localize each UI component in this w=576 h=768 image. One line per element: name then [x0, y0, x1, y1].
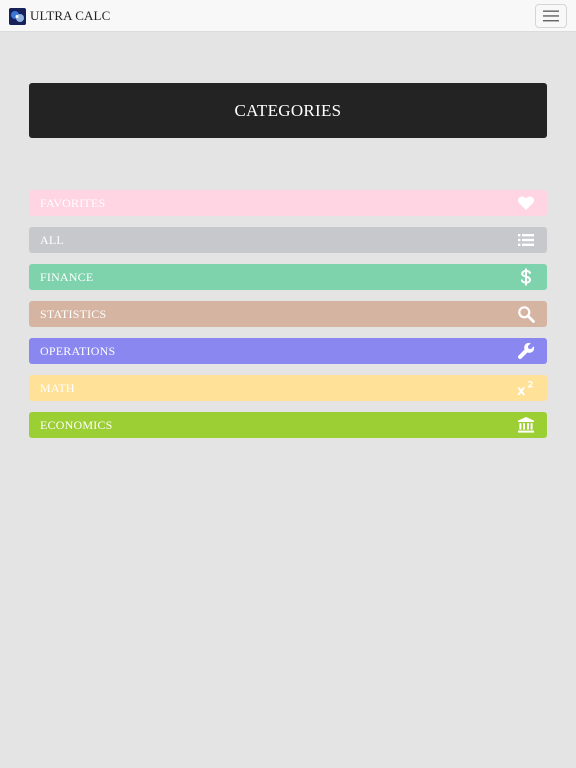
- category-math[interactable]: MATH x 2: [29, 375, 547, 401]
- category-finance[interactable]: FINANCE: [29, 264, 547, 290]
- category-label: MATH: [40, 381, 75, 395]
- search-icon: [517, 305, 535, 323]
- wrench-icon: [517, 342, 535, 360]
- bank-icon: [517, 416, 535, 434]
- category-all[interactable]: ALL: [29, 227, 547, 253]
- navbar: ULTRA CALC: [0, 0, 576, 32]
- category-statistics[interactable]: STATISTICS: [29, 301, 547, 327]
- category-label: ALL: [40, 233, 64, 247]
- menu-toggle-button[interactable]: [535, 4, 567, 28]
- category-label: ECONOMICS: [40, 418, 113, 432]
- page-title: CATEGORIES: [234, 100, 342, 120]
- svg-text:x: x: [517, 384, 526, 397]
- app-name: ULTRA CALC: [30, 8, 111, 23]
- category-favorites[interactable]: FAVORITES: [29, 190, 547, 216]
- superscript-icon: x 2: [517, 379, 535, 398]
- app-logo-icon: [9, 7, 26, 25]
- page-header: CATEGORIES: [29, 83, 547, 138]
- category-label: FINANCE: [40, 270, 94, 284]
- category-label: OPERATIONS: [40, 344, 116, 358]
- heart-icon: [517, 194, 535, 212]
- category-operations[interactable]: OPERATIONS: [29, 338, 547, 364]
- category-label: FAVORITES: [40, 196, 106, 210]
- hamburger-icon: [543, 10, 559, 22]
- dollar-icon: [517, 268, 535, 286]
- brand[interactable]: ULTRA CALC: [9, 7, 110, 25]
- category-label: STATISTICS: [40, 307, 107, 321]
- category-list: FAVORITES ALL FINANCE STATISTICS OPERATI…: [29, 190, 547, 449]
- category-economics[interactable]: ECONOMICS: [29, 412, 547, 438]
- list-icon: [517, 231, 535, 249]
- svg-text:2: 2: [528, 381, 534, 391]
